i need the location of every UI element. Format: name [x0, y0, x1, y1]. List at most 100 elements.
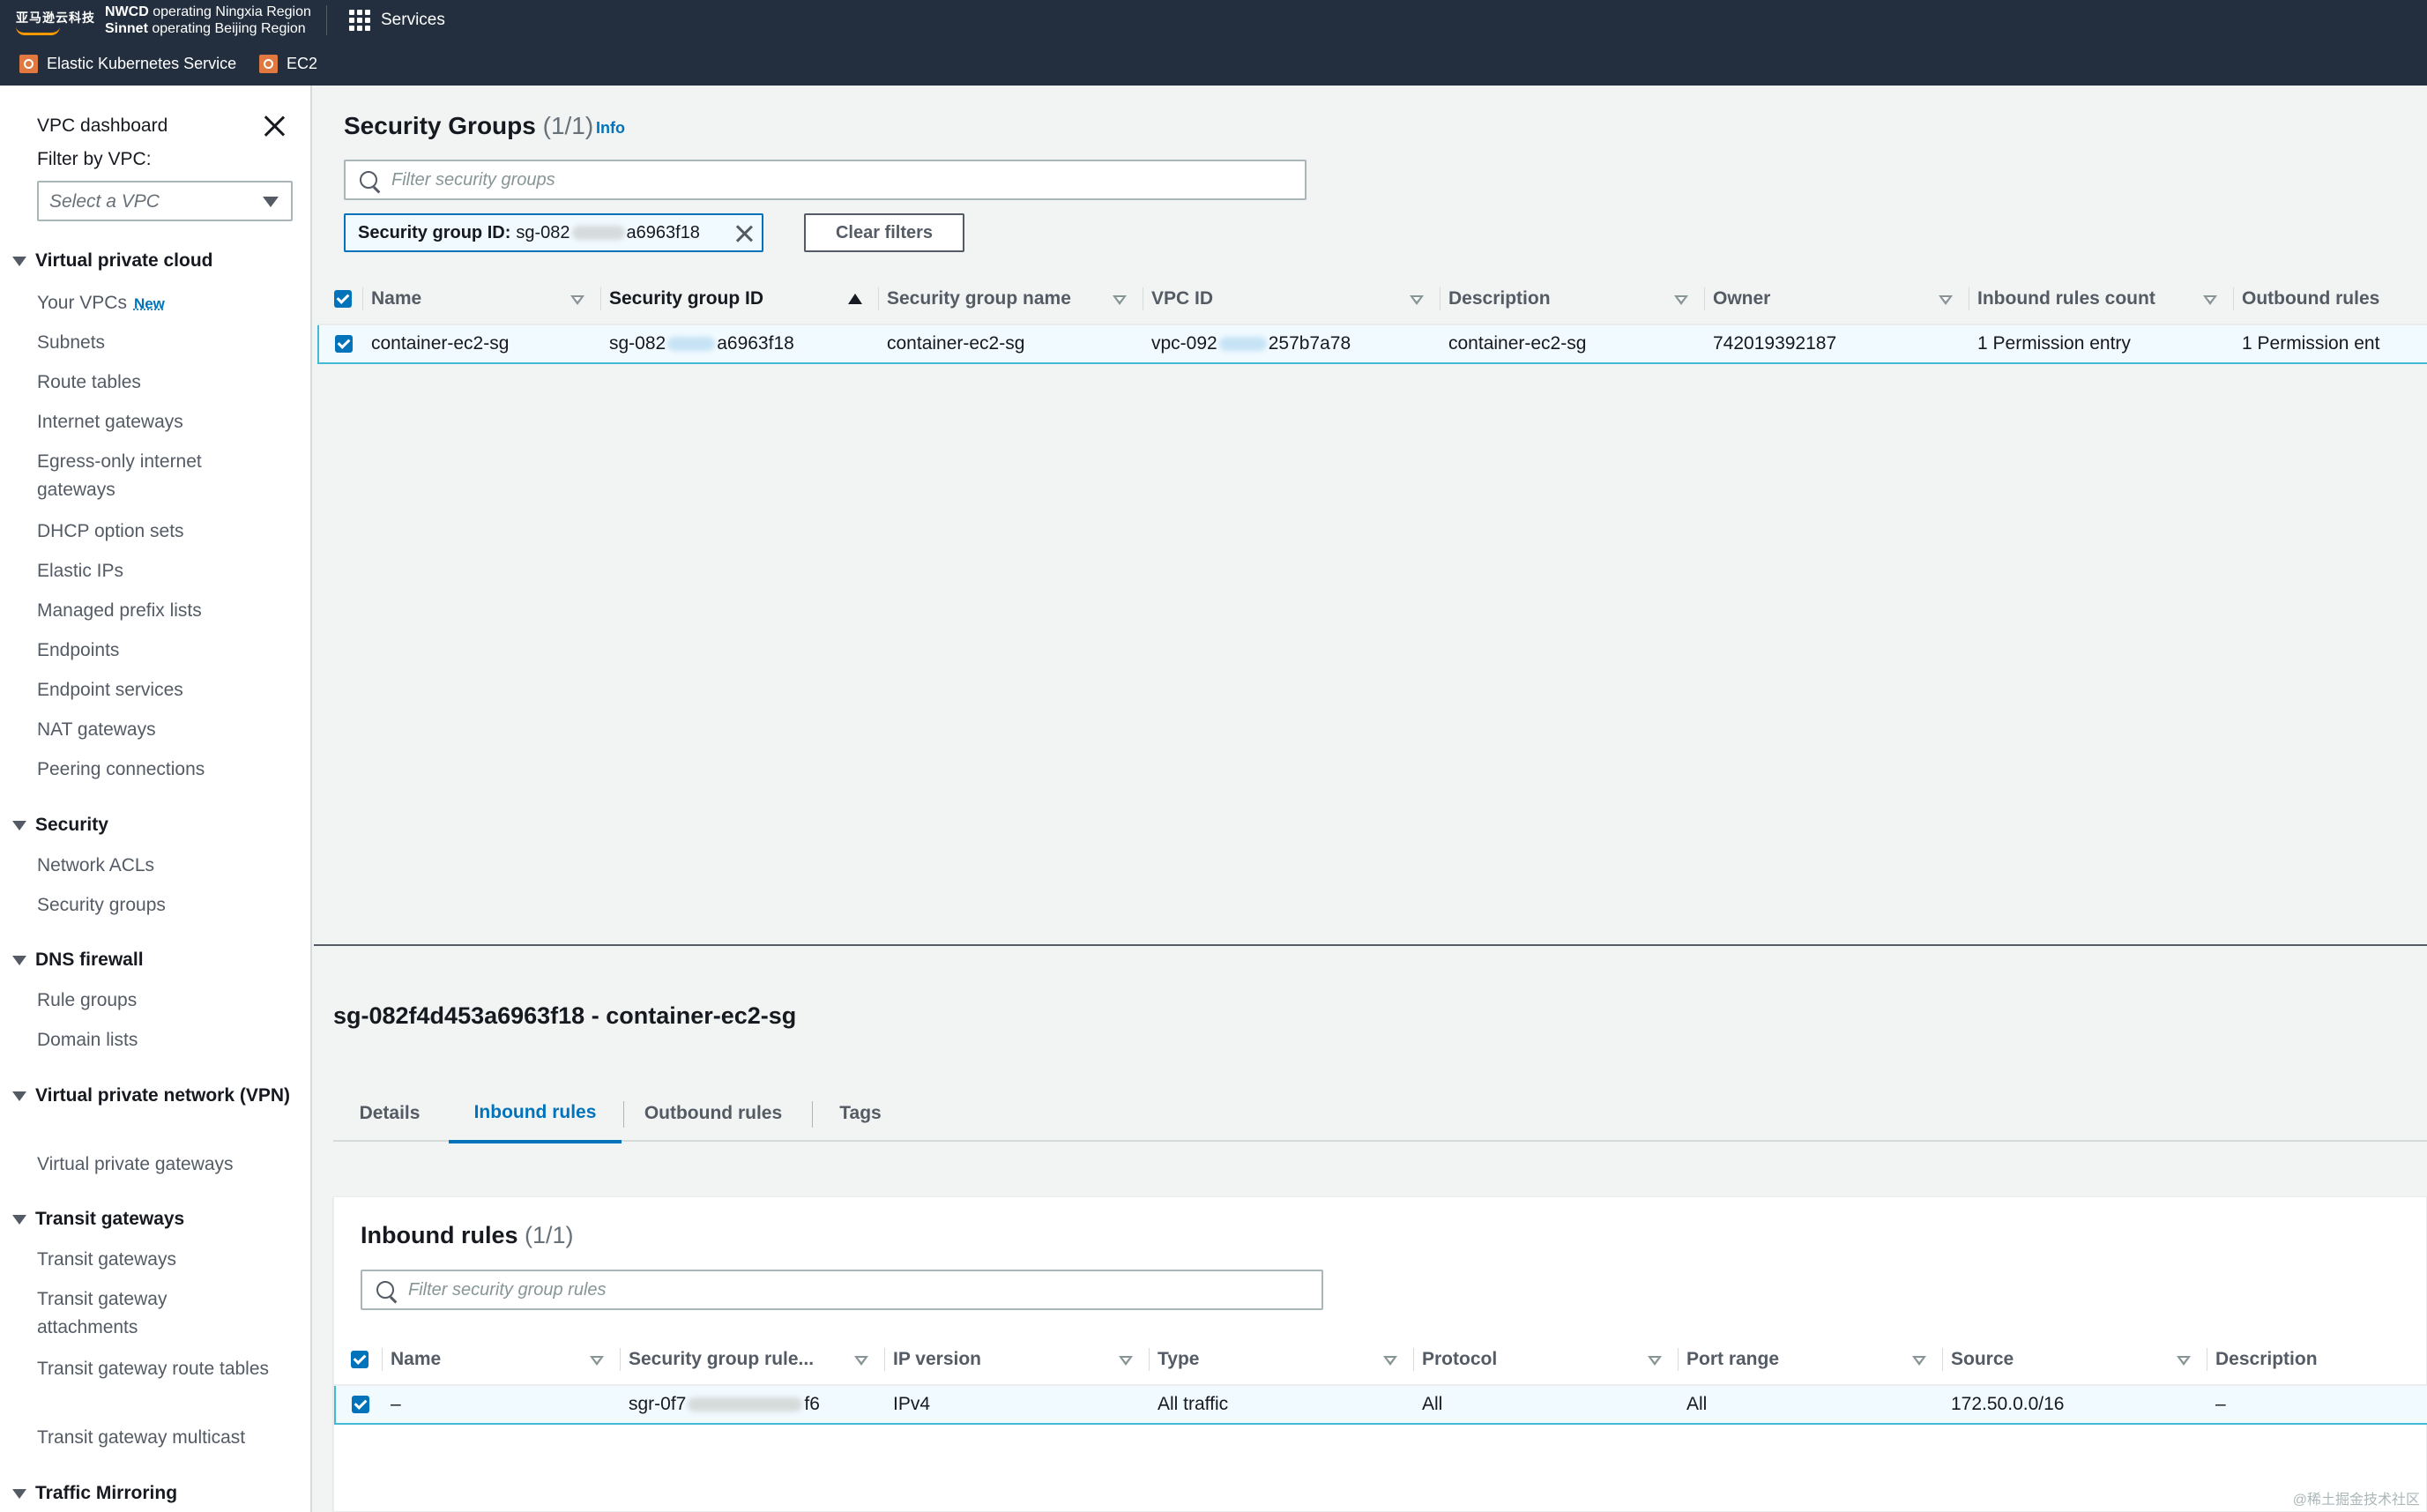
search-placeholder: Filter security group rules [408, 1279, 607, 1300]
sidebar-item-transit-gateway-attachments[interactable]: Transit gateway attachments [37, 1285, 213, 1342]
column-label: Security group ID [609, 287, 764, 309]
rule-id-suffix: f6 [804, 1394, 820, 1414]
sidebar-item-security-groups[interactable]: Security groups [37, 891, 284, 920]
section-label: Virtual private network (VPN) [35, 1085, 291, 1106]
security-groups-panel: Security Groups (1/1) Info Filter securi… [314, 86, 2427, 945]
column-header-protocol[interactable]: Protocol [1413, 1334, 1678, 1386]
column-header-description[interactable]: Description [2207, 1334, 2427, 1386]
services-grid-icon[interactable] [349, 10, 370, 31]
cell-ip-version: IPv4 [884, 1384, 1149, 1425]
info-link[interactable]: Info [596, 119, 625, 138]
cell-description: – [2207, 1384, 2427, 1425]
sort-icon [1939, 295, 1953, 305]
clear-filters-button[interactable]: Clear filters [804, 213, 964, 252]
vpc-id-prefix: vpc-092 [1151, 333, 1217, 354]
column-header-vpc-id[interactable]: VPC ID [1143, 273, 1440, 325]
cell-source: 172.50.0.0/16 [1942, 1384, 2207, 1425]
security-groups-search-input[interactable]: Filter security groups [344, 160, 1307, 200]
column-header-ip-version[interactable]: IP version [884, 1334, 1149, 1386]
section-label: Virtual private cloud [35, 250, 213, 271]
column-header-port-range[interactable]: Port range [1678, 1334, 1942, 1386]
sidebar-item-rule-groups[interactable]: Rule groups [37, 987, 284, 1015]
sidebar-item-endpoint-services[interactable]: Endpoint services [37, 676, 284, 704]
sidebar-section-dns-firewall[interactable]: DNS firewall [12, 946, 144, 974]
sort-icon [1410, 295, 1424, 305]
row-checkbox[interactable] [334, 1384, 382, 1425]
caret-down-icon [12, 1488, 26, 1499]
sidebar-item-domain-lists[interactable]: Domain lists [37, 1026, 284, 1054]
sidebar-item-managed-prefix-lists[interactable]: Managed prefix lists [37, 597, 284, 625]
sidebar-item-transit-gateway-multicast[interactable]: Transit gateway multicast [37, 1424, 284, 1452]
sidebar-item-endpoints[interactable]: Endpoints [37, 637, 284, 665]
column-header-security-group-name[interactable]: Security group name [878, 273, 1143, 325]
sort-icon [2177, 1356, 2191, 1366]
sort-icon [1648, 1356, 1662, 1366]
sidebar-section-transit-gateways[interactable]: Transit gateways [12, 1205, 184, 1233]
checkbox-checked-icon [334, 289, 352, 308]
tab-inbound-rules[interactable]: Inbound rules [449, 1085, 622, 1143]
sidebar-item-vpc-dashboard[interactable]: VPC dashboard [37, 115, 168, 137]
column-header-name[interactable]: Name [362, 273, 600, 325]
sidebar-item-virtual-private-gateways[interactable]: Virtual private gateways [37, 1151, 284, 1179]
column-header-source[interactable]: Source [1942, 1334, 2207, 1386]
column-label: Description [1448, 287, 1551, 309]
table-header-row: Name Security group ID Security group na… [318, 273, 2427, 325]
sidebar-item-egress-only-gateways[interactable]: Egress-only internet gateways [37, 448, 284, 504]
checkbox-checked-icon [351, 1350, 369, 1368]
tab-details[interactable]: Details [333, 1085, 446, 1142]
sidebar-section-virtual-private-cloud[interactable]: Virtual private cloud [12, 247, 213, 275]
checkbox-checked-icon [335, 335, 353, 354]
column-header-security-group-id[interactable]: Security group ID [600, 273, 878, 325]
sidebar-item-network-acls[interactable]: Network ACLs [37, 852, 284, 880]
vpc-filter-select[interactable]: Select a VPC [37, 181, 293, 221]
column-header-security-group-rule[interactable]: Security group rule... [620, 1334, 884, 1386]
tab-outbound-rules[interactable]: Outbound rules [625, 1085, 801, 1142]
cell-description: container-ec2-sg [1440, 324, 1704, 364]
tab-tags[interactable]: Tags [814, 1085, 907, 1142]
favorite-ec2[interactable]: EC2 [259, 55, 317, 73]
column-header-outbound-rules[interactable]: Outbound rules [2233, 273, 2427, 325]
table-header-row: Name Security group rule... IP version T… [335, 1334, 2427, 1386]
sidebar-item-transit-gateways[interactable]: Transit gateways [37, 1246, 284, 1274]
row-checkbox[interactable] [317, 324, 362, 364]
sidebar-item-dhcp-option-sets[interactable]: DHCP option sets [37, 518, 284, 546]
table-row[interactable]: container-ec2-sg sg-082 a6963f18 containe… [317, 324, 2427, 364]
remove-filter-icon[interactable] [735, 225, 753, 242]
select-all-checkbox[interactable] [335, 1334, 382, 1386]
column-header-description[interactable]: Description [1440, 273, 1704, 325]
cell-inbound-rules-count: 1 Permission entry [1969, 324, 2233, 364]
select-all-checkbox[interactable] [318, 273, 362, 325]
cell-vpc-id-link[interactable]: vpc-092 257b7a78 [1143, 324, 1440, 364]
sidebar-item-elastic-ips[interactable]: Elastic IPs [37, 557, 284, 585]
sidebar-section-traffic-mirroring[interactable]: Traffic Mirroring [12, 1479, 177, 1508]
sidebar-item-internet-gateways[interactable]: Internet gateways [37, 408, 284, 436]
favorite-eks[interactable]: Elastic Kubernetes Service [19, 55, 236, 73]
table-row[interactable]: – sgr-0f7 f6 IPv4 All traffic All All 172… [334, 1384, 2427, 1425]
column-header-type[interactable]: Type [1149, 1334, 1413, 1386]
cell-outbound-rules-count: 1 Permission ent [2233, 324, 2427, 364]
sidebar-item-nat-gateways[interactable]: NAT gateways [37, 716, 284, 744]
column-header-name[interactable]: Name [382, 1334, 620, 1386]
cell-name: container-ec2-sg [362, 324, 600, 364]
sort-ascending-icon [848, 294, 862, 304]
sidebar-item-subnets[interactable]: Subnets [37, 329, 284, 357]
sidebar-item-transit-gateway-route-tables[interactable]: Transit gateway route tables [37, 1355, 275, 1383]
redacted-blur [1218, 337, 1267, 352]
cell-security-group-id-link[interactable]: sg-082 a6963f18 [600, 324, 878, 364]
column-header-owner[interactable]: Owner [1704, 273, 1969, 325]
inbound-rules-container: Inbound rules (1/1) Filter security grou… [333, 1196, 2427, 1512]
sort-icon [1674, 295, 1688, 305]
sort-icon [570, 295, 584, 305]
aws-china-logo[interactable]: 亚马逊云科技 [16, 9, 95, 35]
column-header-inbound-rules-count[interactable]: Inbound rules count [1969, 273, 2233, 325]
filter-token: Security group ID: sg-082 a6963f18 [344, 213, 763, 252]
close-icon[interactable] [263, 115, 286, 138]
sidebar-item-peering-connections[interactable]: Peering connections [37, 756, 284, 784]
cell-owner: 742019392187 [1704, 324, 1969, 364]
sidebar-item-your-vpcs[interactable]: Your VPCs New [37, 289, 284, 318]
services-menu-button[interactable]: Services [381, 11, 445, 30]
sidebar-section-security[interactable]: Security [12, 811, 108, 839]
sidebar-section-vpn[interactable]: Virtual private network (VPN) [12, 1082, 294, 1110]
sidebar-item-route-tables[interactable]: Route tables [37, 369, 284, 397]
inbound-rules-search-input[interactable]: Filter security group rules [361, 1270, 1323, 1310]
